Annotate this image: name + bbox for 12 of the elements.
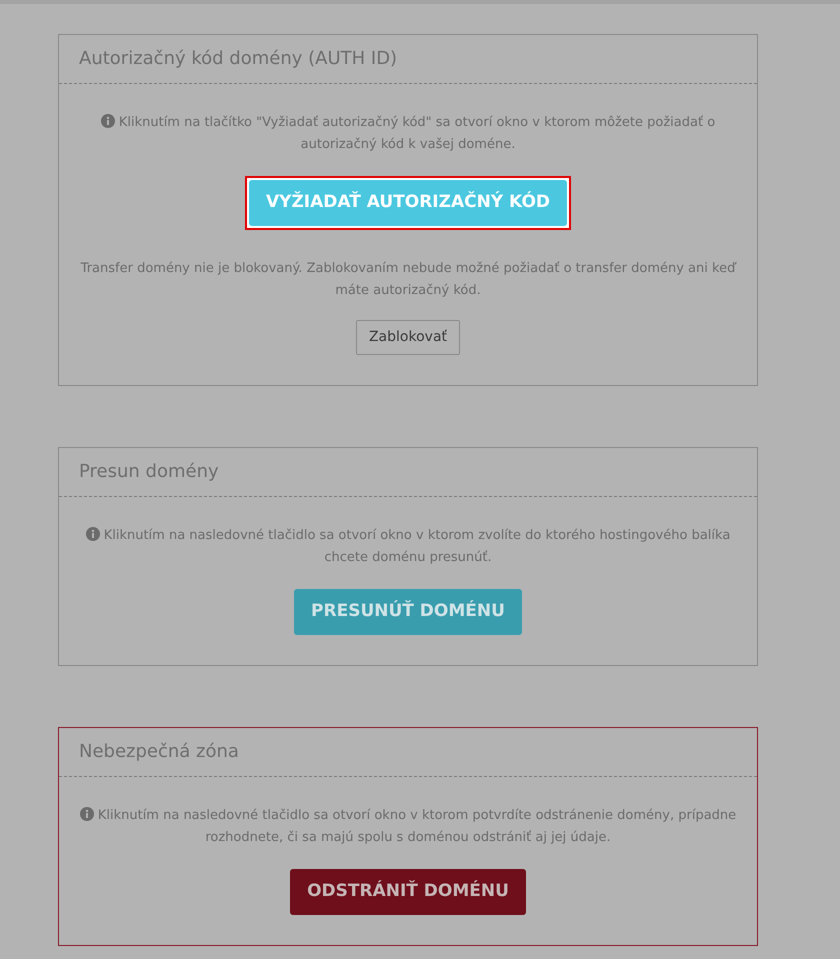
delete-button[interactable]: ODSTRÁNIŤ DOMÉNU [290, 869, 526, 915]
panel-title: Presun domény [79, 461, 219, 482]
status-text: Transfer domény nie je blokovaný. Zablokovaním nebude možné požiadať o transfer domény ani keď máte autorizačný kód. [80, 260, 738, 300]
info-text: Kliknutím na nasledovné tlačidlo sa otvorí okno v ktorom potvrdíte odstránenie domény, prípadne rozhodnete, či sa majú spolu s doménou odstrániť aj jej údaje. [78, 805, 738, 849]
panel-title: Nebezpečná zóna [79, 741, 239, 762]
info-icon [80, 807, 94, 821]
info-icon [100, 114, 115, 128]
info-text: Kliknutím na nasledovné tlačidlo sa otvorí okno v ktorom zvolíte do ktorého hostingového balíka chcete doménu presunúť. [78, 525, 738, 569]
panel-title: Autorizačný kód domény (AUTH ID) [79, 48, 398, 69]
action-button[interactable]: Zablokovať [356, 320, 460, 355]
info-text: Kliknutím na tlačítko "Vyžiadať autorizačný kód" sa otvorí okno v ktorom môžete požiadať o autorizačný kód k vašej doméne. [78, 112, 738, 156]
info-icon [86, 527, 100, 541]
